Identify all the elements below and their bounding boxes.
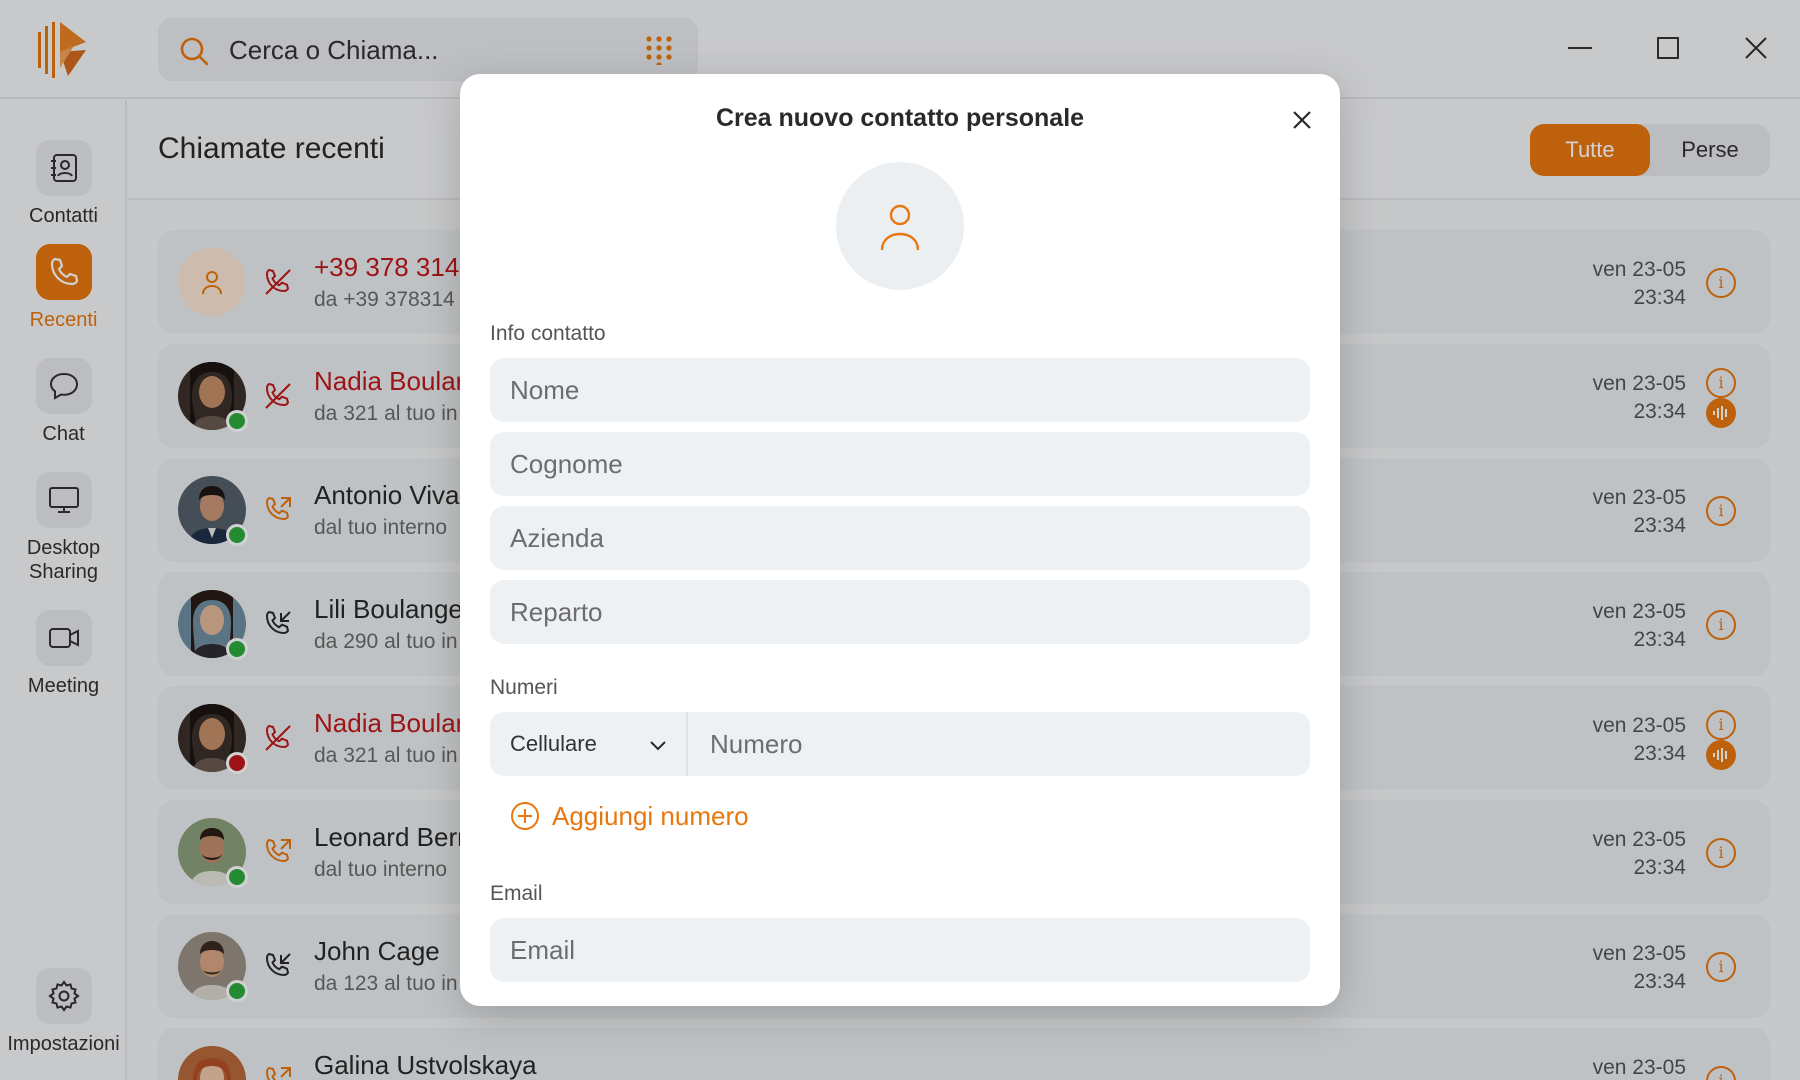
plus-circle-icon	[511, 802, 539, 830]
close-icon[interactable]	[1286, 104, 1318, 136]
new-contact-dialog: Crea nuovo contatto personale Info conta…	[460, 74, 1340, 1006]
info-section-label: Info contatto	[490, 322, 606, 345]
numbers-section-label: Numeri	[490, 676, 558, 699]
person-icon	[880, 204, 920, 251]
number-type-select[interactable]: Cellulare	[490, 712, 688, 776]
company-field[interactable]	[490, 506, 1310, 570]
email-section-label: Email	[490, 882, 543, 905]
department-field[interactable]	[490, 580, 1310, 644]
chevron-down-icon	[650, 741, 666, 751]
add-number-button[interactable]: Aggiungi numero	[510, 800, 749, 832]
last-name-field[interactable]	[490, 432, 1310, 496]
add-number-label: Aggiungi numero	[552, 800, 749, 831]
number-type-value: Cellulare	[510, 731, 597, 756]
dialog-title: Crea nuovo contatto personale	[715, 104, 1085, 132]
number-row: Cellulare	[490, 712, 1310, 776]
number-field[interactable]	[690, 712, 1310, 776]
contact-photo-picker[interactable]	[836, 162, 964, 290]
email-field[interactable]	[490, 918, 1310, 982]
first-name-field[interactable]	[490, 358, 1310, 422]
